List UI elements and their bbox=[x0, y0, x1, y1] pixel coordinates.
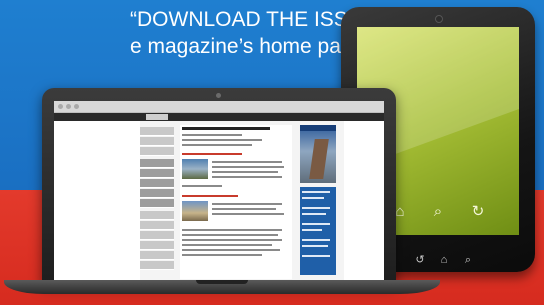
laptop-camera bbox=[216, 93, 221, 98]
laptop-device bbox=[42, 88, 396, 284]
sidebar-item[interactable] bbox=[140, 159, 174, 168]
panel-text-line bbox=[302, 223, 330, 225]
article-image[interactable] bbox=[182, 201, 208, 221]
tablet-camera bbox=[435, 15, 443, 23]
download-panel[interactable] bbox=[300, 187, 336, 275]
text-line bbox=[182, 234, 278, 236]
text-line bbox=[212, 203, 282, 205]
text-line bbox=[212, 171, 278, 173]
sidebar-item[interactable] bbox=[140, 127, 174, 136]
sidebar-item[interactable] bbox=[140, 251, 174, 260]
article-link[interactable] bbox=[182, 195, 238, 197]
text-line bbox=[182, 254, 262, 256]
sidebar-item[interactable] bbox=[140, 199, 174, 208]
text-line bbox=[182, 139, 262, 141]
panel-text-line bbox=[302, 207, 330, 209]
laptop-hinge bbox=[196, 280, 248, 284]
panel-text-line bbox=[302, 229, 322, 231]
article-title bbox=[182, 127, 270, 130]
text-line bbox=[182, 185, 222, 187]
text-line bbox=[182, 144, 252, 146]
sidebar-item[interactable] bbox=[140, 241, 174, 250]
headline-line-2: e magazine’s home page. bbox=[130, 35, 371, 58]
article-image[interactable] bbox=[182, 159, 208, 179]
text-line bbox=[212, 166, 284, 168]
home-icon[interactable]: ⌂ bbox=[437, 253, 451, 267]
text-line bbox=[182, 134, 242, 136]
site-main-content bbox=[180, 125, 292, 279]
text-line bbox=[182, 244, 272, 246]
site-right-column bbox=[300, 125, 336, 275]
sidebar-item[interactable] bbox=[140, 179, 174, 188]
text-line bbox=[182, 229, 282, 231]
sidebar-item[interactable] bbox=[140, 169, 174, 178]
cover-masthead bbox=[300, 125, 336, 131]
browser-back-icon[interactable] bbox=[58, 104, 63, 109]
panel-text-line bbox=[302, 213, 326, 215]
sidebar-item[interactable] bbox=[140, 231, 174, 240]
site-right-margin bbox=[344, 121, 384, 281]
text-line bbox=[182, 249, 280, 251]
text-line bbox=[212, 176, 282, 178]
cover-image bbox=[309, 139, 329, 179]
sidebar-item[interactable] bbox=[140, 189, 174, 198]
browser-toolbar bbox=[54, 101, 384, 113]
headline-line-1: “DOWNLOAD THE ISSUE” bbox=[130, 8, 384, 31]
panel-text-line bbox=[302, 245, 328, 247]
text-line bbox=[212, 161, 282, 163]
sidebar-item[interactable] bbox=[140, 211, 174, 220]
magazine-cover[interactable] bbox=[300, 125, 336, 183]
laptop-screen bbox=[54, 101, 384, 281]
sidebar-item[interactable] bbox=[140, 221, 174, 230]
search-icon[interactable]: ⌕ bbox=[461, 253, 475, 267]
site-sidebar bbox=[140, 127, 176, 277]
search-icon[interactable]: ⌕ bbox=[429, 203, 447, 221]
browser-forward-icon[interactable] bbox=[66, 104, 71, 109]
headline: “DOWNLOAD THE ISSUE” e magazine’s home p… bbox=[130, 6, 384, 60]
sidebar-item[interactable] bbox=[140, 147, 174, 156]
sidebar-item[interactable] bbox=[140, 137, 174, 146]
article-link[interactable] bbox=[182, 153, 242, 155]
panel-text-line bbox=[302, 191, 330, 193]
panel-text-line bbox=[302, 255, 330, 257]
site-navbar bbox=[54, 113, 384, 121]
site-logo[interactable] bbox=[146, 114, 168, 120]
site-left-margin bbox=[54, 121, 140, 281]
text-line bbox=[212, 208, 276, 210]
text-line bbox=[182, 239, 282, 241]
back-icon[interactable]: ↺ bbox=[413, 253, 427, 267]
browser-reload-icon[interactable] bbox=[74, 104, 79, 109]
panel-text-line bbox=[302, 197, 324, 199]
panel-text-line bbox=[302, 239, 330, 241]
refresh-icon[interactable]: ↻ bbox=[469, 203, 487, 221]
sidebar-item[interactable] bbox=[140, 261, 174, 270]
text-line bbox=[212, 213, 284, 215]
